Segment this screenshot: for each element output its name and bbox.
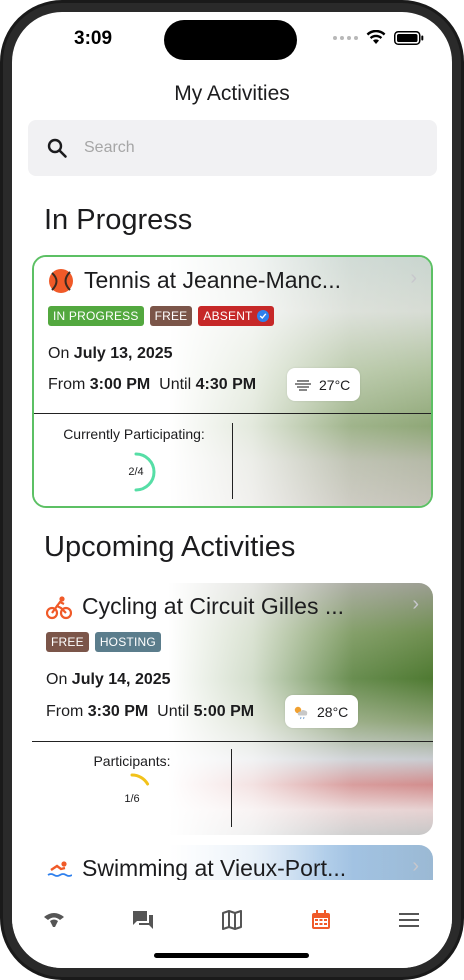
activity-card-tennis[interactable]: Tennis at Jeanne-Manc... › IN PROGRESS F… <box>32 255 433 508</box>
tab-menu[interactable] <box>395 906 423 934</box>
page-title: My Activities <box>174 82 290 105</box>
card-divider-vertical <box>232 423 233 499</box>
weather-chip: 28°C <box>285 695 358 728</box>
participants-label: Participants: <box>93 753 171 769</box>
screen: 3:09 My Activities Search In Progress Te… <box>12 12 452 968</box>
activity-card-cycling[interactable]: Cycling at Circuit Gilles ... › FREE HOS… <box>32 583 433 835</box>
section-title-upcoming: Upcoming Activities <box>44 531 296 563</box>
tab-stadium[interactable] <box>40 906 68 934</box>
activity-title: Tennis at Jeanne-Manc... <box>84 267 341 293</box>
activity-time: From 3:00 PM Until 4:30 PM <box>48 376 257 393</box>
activity-title: Cycling at Circuit Gilles ... <box>82 593 345 619</box>
activity-time: From 3:30 PM Until 5:00 PM <box>46 703 255 720</box>
tennis-ball-icon <box>49 268 73 293</box>
card-divider <box>34 413 431 414</box>
activity-date: On July 13, 2025 <box>48 345 173 362</box>
home-indicator <box>154 953 309 958</box>
check-icon <box>256 310 269 322</box>
battery-icon <box>394 30 424 45</box>
swimming-icon <box>47 860 72 877</box>
device-frame: 3:09 My Activities Search In Progress Te… <box>0 0 464 980</box>
status-icons <box>333 30 424 45</box>
section-title-in-progress: In Progress <box>44 204 193 236</box>
cycling-icon <box>46 595 72 619</box>
chevron-right-icon: › <box>412 855 419 877</box>
attendance-badge: ABSENT <box>198 306 274 326</box>
activity-title: Swimming at Vieux-Port... <box>82 855 347 881</box>
search-icon <box>47 138 67 158</box>
card-divider-vertical <box>231 749 232 827</box>
participants-count: 1/6 <box>124 793 140 805</box>
tab-map[interactable] <box>218 906 246 934</box>
price-badge: FREE <box>46 632 89 652</box>
sun-rain-cloud-icon <box>294 706 308 719</box>
wifi-icon <box>366 30 386 44</box>
search-input[interactable] <box>84 139 384 157</box>
tab-calendar[interactable] <box>307 906 335 934</box>
calendar-icon <box>312 910 330 929</box>
stadium-icon <box>44 913 64 927</box>
search-bar[interactable] <box>28 120 437 176</box>
temperature: 28°C <box>317 703 349 720</box>
participants-count: 2/4 <box>128 466 144 478</box>
temperature: 27°C <box>319 376 351 393</box>
participants-label: Currently Participating: <box>63 426 205 442</box>
menu-icon <box>399 913 419 927</box>
card-divider <box>32 741 433 742</box>
status-time: 3:09 <box>74 28 113 49</box>
price-badge: FREE <box>149 306 193 326</box>
chat-icon <box>133 911 153 929</box>
dynamic-island <box>164 20 297 60</box>
activity-date: On July 14, 2025 <box>46 671 171 688</box>
weather-chip: 27°C <box>287 368 360 401</box>
status-badge: IN PROGRESS <box>48 306 144 326</box>
tab-chat[interactable] <box>129 906 157 934</box>
fog-icon <box>295 379 311 391</box>
gauge-arc <box>130 773 150 786</box>
cellular-signal-icon <box>333 35 358 40</box>
chevron-right-icon: › <box>410 267 417 289</box>
chevron-right-icon: › <box>412 593 419 615</box>
role-badge: HOSTING <box>94 632 161 652</box>
map-icon <box>222 910 242 930</box>
